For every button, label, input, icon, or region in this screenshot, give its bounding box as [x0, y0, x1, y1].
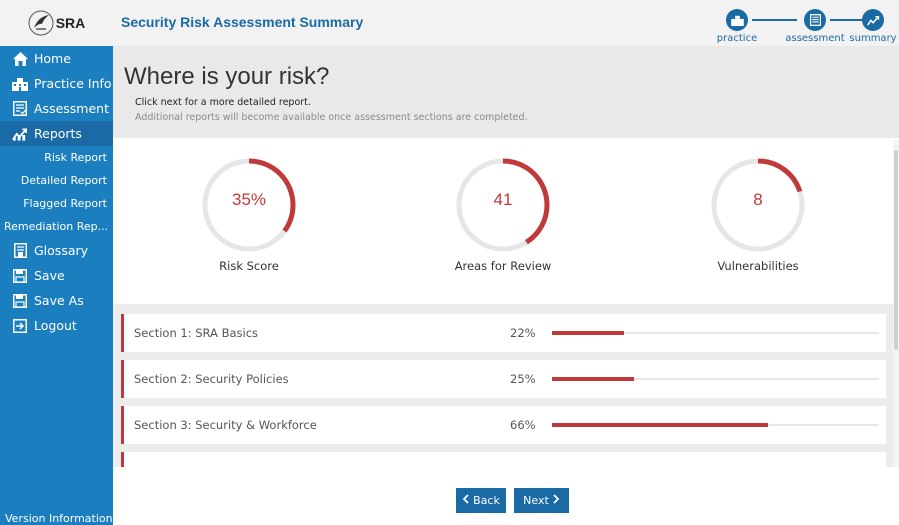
save-icon — [12, 268, 28, 284]
sidebar-item-label: Glossary — [34, 243, 89, 258]
back-button[interactable]: Back — [456, 488, 506, 513]
gauge-value: 41 — [493, 190, 513, 209]
app-window: SRA Home Practice Info Assessment Report… — [0, 0, 899, 525]
sidebar-item-label: Save As — [34, 293, 84, 308]
chart-icon — [862, 9, 884, 31]
checklist-icon — [804, 9, 826, 31]
save-as-icon — [12, 293, 28, 309]
step-summary[interactable]: summary — [843, 9, 899, 44]
sidebar-nav: Home Practice Info Assessment Reports Ri… — [0, 46, 113, 338]
sidebar-item-label: Save — [34, 268, 65, 283]
chevron-right-icon — [553, 494, 560, 507]
logout-icon — [12, 318, 28, 334]
section-row[interactable] — [121, 452, 886, 467]
gauge-label: Risk Score — [219, 259, 279, 273]
sidebar-item-detailed-report[interactable]: Detailed Report — [0, 169, 113, 192]
building-icon — [726, 9, 748, 31]
sidebar-item-label: Reports — [34, 126, 82, 141]
logo: SRA — [0, 0, 113, 46]
scrollbar-thumb[interactable] — [894, 150, 898, 350]
logo-text: SRA — [55, 15, 86, 31]
chevron-left-icon — [462, 494, 469, 507]
sidebar-item-assessment[interactable]: Assessment — [0, 96, 113, 121]
sidebar-item-save-as[interactable]: Save As — [0, 288, 113, 313]
checklist-icon — [12, 101, 28, 117]
sidebar-item-flagged-report[interactable]: Flagged Report — [0, 192, 113, 215]
sidebar-item-risk-report[interactable]: Risk Report — [0, 146, 113, 169]
section-percent: 66% — [510, 418, 536, 432]
section-row[interactable]: Section 2: Security Policies 25% — [121, 360, 886, 398]
areas-for-review-gauge: 41 Areas for Review — [403, 155, 603, 280]
sidebar-item-label: Home — [34, 51, 71, 66]
step-label: summary — [849, 33, 897, 44]
page-title: Security Risk Assessment Summary — [121, 14, 364, 30]
section-name: Section 2: Security Policies — [134, 372, 289, 386]
book-icon — [12, 243, 28, 259]
building-icon — [12, 76, 28, 92]
progress-track — [552, 423, 879, 427]
version-info-link[interactable]: Version Information — [5, 512, 113, 525]
sidebar-item-label: Assessment — [34, 101, 109, 116]
back-label: Back — [473, 494, 500, 507]
header: Security Risk Assessment Summary practic… — [113, 0, 899, 46]
step-label: practice — [716, 33, 758, 44]
sidebar: SRA Home Practice Info Assessment Report… — [0, 0, 113, 525]
next-button[interactable]: Next — [514, 488, 569, 513]
banner-heading: Where is your risk? — [124, 63, 330, 90]
gauge-value: 8 — [753, 190, 763, 209]
progress-fill — [552, 423, 768, 427]
section-row[interactable]: Section 1: SRA Basics 22% — [121, 314, 886, 352]
next-label: Next — [523, 494, 549, 507]
section-name: Section 1: SRA Basics — [134, 326, 259, 340]
sidebar-item-logout[interactable]: Logout — [0, 313, 113, 338]
progress-track — [552, 331, 879, 335]
progress-fill — [552, 377, 634, 381]
sidebar-item-label: Logout — [34, 318, 77, 333]
gauge-value: 35% — [231, 190, 267, 209]
gauge-label: Vulnerabilities — [717, 259, 799, 273]
sidebar-item-glossary[interactable]: Glossary — [0, 238, 113, 263]
section-percent: 22% — [510, 326, 536, 340]
progress-fill — [552, 331, 624, 335]
home-icon — [12, 51, 28, 67]
section-percent: 25% — [510, 372, 536, 386]
banner-instruction: Click next for a more detailed report. — [135, 97, 311, 108]
eagle-logo-icon — [28, 10, 54, 36]
sidebar-item-reports[interactable]: Reports — [0, 121, 113, 146]
step-label: assessment — [785, 33, 845, 44]
section-row[interactable]: Section 3: Security & Workforce 66% — [121, 406, 886, 444]
progress-track — [552, 377, 879, 381]
step-assessment[interactable]: assessment — [785, 9, 845, 44]
vulnerabilities-gauge: 8 Vulnerabilities — [658, 155, 858, 280]
step-practice[interactable]: practice — [707, 9, 767, 44]
scrollbar[interactable] — [893, 140, 899, 467]
sidebar-item-home[interactable]: Home — [0, 46, 113, 71]
chart-icon — [12, 126, 28, 142]
section-progress-list: Section 1: SRA Basics 22% Section 2: Sec… — [113, 304, 896, 467]
banner-note: Additional reports will become available… — [135, 112, 528, 123]
section-name: Section 3: Security & Workforce — [134, 418, 317, 432]
sidebar-item-save[interactable]: Save — [0, 263, 113, 288]
sidebar-item-remediation-report[interactable]: Remediation Rep... — [0, 215, 113, 238]
sidebar-item-label: Practice Info — [34, 76, 112, 91]
banner: Where is your risk? Click next for a mor… — [113, 46, 899, 138]
risk-score-gauge: 35% Risk Score — [149, 155, 349, 280]
gauge-label: Areas for Review — [454, 259, 552, 273]
sidebar-item-practice-info[interactable]: Practice Info — [0, 71, 113, 96]
